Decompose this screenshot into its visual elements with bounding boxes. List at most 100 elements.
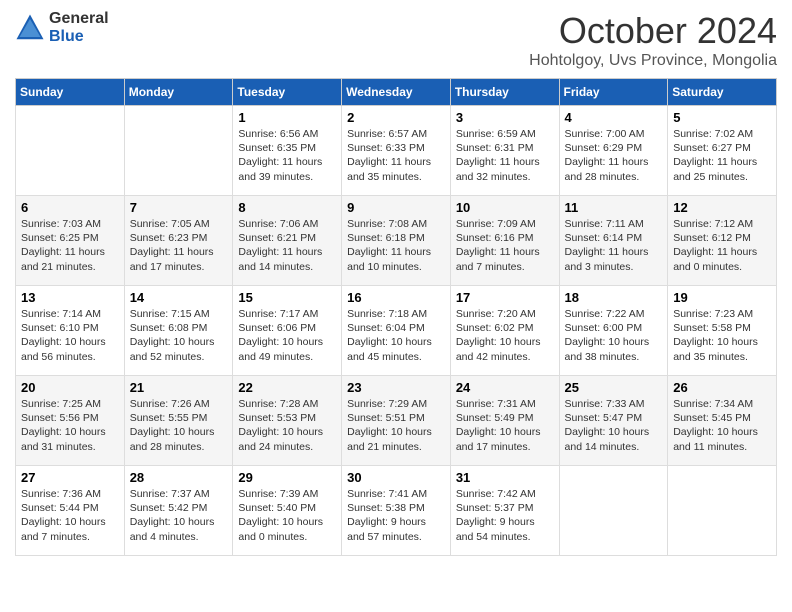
day-number: 31 xyxy=(456,470,554,485)
day-header-tuesday: Tuesday xyxy=(233,79,342,106)
calendar-cell: 13 Sunrise: 7:14 AM Sunset: 6:10 PM Dayli… xyxy=(16,286,125,376)
day-details: Sunrise: 7:18 AM Sunset: 6:04 PM Dayligh… xyxy=(347,307,445,364)
days-header-row: SundayMondayTuesdayWednesdayThursdayFrid… xyxy=(16,79,777,106)
day-details: Sunrise: 7:26 AM Sunset: 5:55 PM Dayligh… xyxy=(130,397,228,454)
day-number: 14 xyxy=(130,290,228,305)
day-details: Sunrise: 7:06 AM Sunset: 6:21 PM Dayligh… xyxy=(238,217,336,274)
day-number: 18 xyxy=(565,290,663,305)
day-number: 15 xyxy=(238,290,336,305)
week-row-3: 13 Sunrise: 7:14 AM Sunset: 6:10 PM Dayli… xyxy=(16,286,777,376)
day-number: 9 xyxy=(347,200,445,215)
calendar-cell xyxy=(124,106,233,196)
day-header-wednesday: Wednesday xyxy=(342,79,451,106)
day-details: Sunrise: 7:11 AM Sunset: 6:14 PM Dayligh… xyxy=(565,217,663,274)
day-number: 16 xyxy=(347,290,445,305)
header: General Blue October 2024 Hohtolgoy, Uvs… xyxy=(15,10,777,70)
day-number: 7 xyxy=(130,200,228,215)
day-number: 23 xyxy=(347,380,445,395)
day-number: 8 xyxy=(238,200,336,215)
calendar-cell: 10 Sunrise: 7:09 AM Sunset: 6:16 PM Dayli… xyxy=(450,196,559,286)
day-details: Sunrise: 7:00 AM Sunset: 6:29 PM Dayligh… xyxy=(565,127,663,184)
calendar-cell: 7Sunrise: 7:05 AM Sunset: 6:23 PM Daylig… xyxy=(124,196,233,286)
calendar-cell: 5Sunrise: 7:02 AM Sunset: 6:27 PM Daylig… xyxy=(668,106,777,196)
calendar-cell: 30Sunrise: 7:41 AM Sunset: 5:38 PM Dayli… xyxy=(342,466,451,556)
day-number: 21 xyxy=(130,380,228,395)
week-row-2: 6 Sunrise: 7:03 AM Sunset: 6:25 PM Daylig… xyxy=(16,196,777,286)
day-header-sunday: Sunday xyxy=(16,79,125,106)
day-number: 28 xyxy=(130,470,228,485)
calendar-cell xyxy=(668,466,777,556)
day-number: 19 xyxy=(673,290,771,305)
day-details: Sunrise: 7:08 AM Sunset: 6:18 PM Dayligh… xyxy=(347,217,445,274)
day-number: 22 xyxy=(238,380,336,395)
day-header-friday: Friday xyxy=(559,79,668,106)
day-details: Sunrise: 7:36 AM Sunset: 5:44 PM Dayligh… xyxy=(21,487,119,544)
calendar-cell: 16 Sunrise: 7:18 AM Sunset: 6:04 PM Dayli… xyxy=(342,286,451,376)
calendar-cell: 1Sunrise: 6:56 AM Sunset: 6:35 PM Daylig… xyxy=(233,106,342,196)
day-number: 20 xyxy=(21,380,119,395)
calendar-table: SundayMondayTuesdayWednesdayThursdayFrid… xyxy=(15,78,777,556)
day-details: Sunrise: 7:42 AM Sunset: 5:37 PM Dayligh… xyxy=(456,487,554,544)
day-details: Sunrise: 7:31 AM Sunset: 5:49 PM Dayligh… xyxy=(456,397,554,454)
day-number: 26 xyxy=(673,380,771,395)
week-row-4: 20 Sunrise: 7:25 AM Sunset: 5:56 PM Dayli… xyxy=(16,376,777,466)
day-number: 27 xyxy=(21,470,119,485)
day-number: 3 xyxy=(456,110,554,125)
day-details: Sunrise: 7:33 AM Sunset: 5:47 PM Dayligh… xyxy=(565,397,663,454)
calendar-cell: 18 Sunrise: 7:22 AM Sunset: 6:00 PM Dayli… xyxy=(559,286,668,376)
week-row-1: 1Sunrise: 6:56 AM Sunset: 6:35 PM Daylig… xyxy=(16,106,777,196)
calendar-cell: 2Sunrise: 6:57 AM Sunset: 6:33 PM Daylig… xyxy=(342,106,451,196)
day-details: Sunrise: 7:20 AM Sunset: 6:02 PM Dayligh… xyxy=(456,307,554,364)
logo-icon xyxy=(15,13,45,43)
calendar-cell xyxy=(559,466,668,556)
logo-general-text: General xyxy=(49,10,109,28)
calendar-cell: 6 Sunrise: 7:03 AM Sunset: 6:25 PM Daylig… xyxy=(16,196,125,286)
calendar-cell: 20 Sunrise: 7:25 AM Sunset: 5:56 PM Dayli… xyxy=(16,376,125,466)
day-details: Sunrise: 7:03 AM Sunset: 6:25 PM Dayligh… xyxy=(21,217,119,274)
day-header-monday: Monday xyxy=(124,79,233,106)
logo-blue-text: Blue xyxy=(49,28,109,46)
day-header-saturday: Saturday xyxy=(668,79,777,106)
location: Hohtolgoy, Uvs Province, Mongolia xyxy=(529,52,777,70)
day-details: Sunrise: 7:14 AM Sunset: 6:10 PM Dayligh… xyxy=(21,307,119,364)
day-details: Sunrise: 7:28 AM Sunset: 5:53 PM Dayligh… xyxy=(238,397,336,454)
calendar-cell: 23 Sunrise: 7:29 AM Sunset: 5:51 PM Dayli… xyxy=(342,376,451,466)
day-number: 6 xyxy=(21,200,119,215)
day-details: Sunrise: 7:09 AM Sunset: 6:16 PM Dayligh… xyxy=(456,217,554,274)
day-number: 13 xyxy=(21,290,119,305)
calendar-cell: 15 Sunrise: 7:17 AM Sunset: 6:06 PM Dayli… xyxy=(233,286,342,376)
calendar-cell: 12 Sunrise: 7:12 AM Sunset: 6:12 PM Dayli… xyxy=(668,196,777,286)
week-row-5: 27 Sunrise: 7:36 AM Sunset: 5:44 PM Dayli… xyxy=(16,466,777,556)
calendar-container: General Blue October 2024 Hohtolgoy, Uvs… xyxy=(0,0,792,566)
calendar-cell: 21 Sunrise: 7:26 AM Sunset: 5:55 PM Dayli… xyxy=(124,376,233,466)
day-details: Sunrise: 6:56 AM Sunset: 6:35 PM Dayligh… xyxy=(238,127,336,184)
day-number: 12 xyxy=(673,200,771,215)
day-details: Sunrise: 7:39 AM Sunset: 5:40 PM Dayligh… xyxy=(238,487,336,544)
day-details: Sunrise: 7:15 AM Sunset: 6:08 PM Dayligh… xyxy=(130,307,228,364)
day-details: Sunrise: 6:59 AM Sunset: 6:31 PM Dayligh… xyxy=(456,127,554,184)
calendar-cell: 29Sunrise: 7:39 AM Sunset: 5:40 PM Dayli… xyxy=(233,466,342,556)
logo-text: General Blue xyxy=(49,10,109,45)
day-header-thursday: Thursday xyxy=(450,79,559,106)
day-details: Sunrise: 7:25 AM Sunset: 5:56 PM Dayligh… xyxy=(21,397,119,454)
calendar-cell: 22 Sunrise: 7:28 AM Sunset: 5:53 PM Dayli… xyxy=(233,376,342,466)
day-number: 24 xyxy=(456,380,554,395)
calendar-cell: 9 Sunrise: 7:08 AM Sunset: 6:18 PM Daylig… xyxy=(342,196,451,286)
day-details: Sunrise: 7:17 AM Sunset: 6:06 PM Dayligh… xyxy=(238,307,336,364)
calendar-cell: 27 Sunrise: 7:36 AM Sunset: 5:44 PM Dayli… xyxy=(16,466,125,556)
day-details: Sunrise: 7:37 AM Sunset: 5:42 PM Dayligh… xyxy=(130,487,228,544)
title-block: October 2024 Hohtolgoy, Uvs Province, Mo… xyxy=(529,10,777,70)
day-number: 10 xyxy=(456,200,554,215)
calendar-cell: 26Sunrise: 7:34 AM Sunset: 5:45 PM Dayli… xyxy=(668,376,777,466)
day-details: Sunrise: 7:29 AM Sunset: 5:51 PM Dayligh… xyxy=(347,397,445,454)
day-details: Sunrise: 7:23 AM Sunset: 5:58 PM Dayligh… xyxy=(673,307,771,364)
calendar-cell: 31 Sunrise: 7:42 AM Sunset: 5:37 PM Dayli… xyxy=(450,466,559,556)
day-details: Sunrise: 7:12 AM Sunset: 6:12 PM Dayligh… xyxy=(673,217,771,274)
calendar-cell: 19 Sunrise: 7:23 AM Sunset: 5:58 PM Dayli… xyxy=(668,286,777,376)
day-number: 30 xyxy=(347,470,445,485)
day-details: Sunrise: 7:02 AM Sunset: 6:27 PM Dayligh… xyxy=(673,127,771,184)
day-number: 2 xyxy=(347,110,445,125)
day-details: Sunrise: 7:22 AM Sunset: 6:00 PM Dayligh… xyxy=(565,307,663,364)
calendar-cell: 4Sunrise: 7:00 AM Sunset: 6:29 PM Daylig… xyxy=(559,106,668,196)
calendar-cell: 3 Sunrise: 6:59 AM Sunset: 6:31 PM Daylig… xyxy=(450,106,559,196)
